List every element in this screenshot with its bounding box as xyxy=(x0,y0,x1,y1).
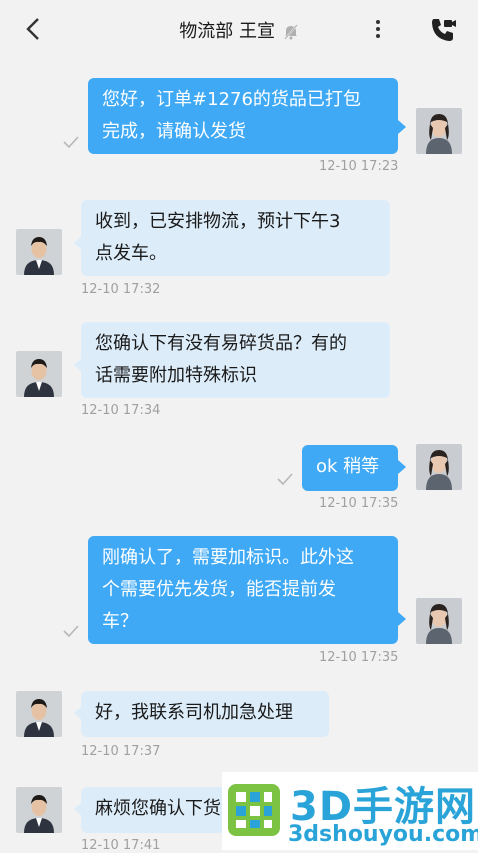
message-line: 好，我联系司机加急处理 xyxy=(95,702,293,723)
message-line: 点发车。 xyxy=(95,243,167,264)
contact-avatar[interactable] xyxy=(16,351,62,397)
message-bubble[interactable]: 您好，订单#1276的货品已打包 完成，请确认发货 xyxy=(88,78,398,154)
message-time: 12-10 17:41 xyxy=(81,838,161,853)
message-line: 个需要优先发货，能否提前发 xyxy=(102,579,336,600)
bubble-tail xyxy=(398,460,406,474)
watermark-logo-icon xyxy=(228,784,280,836)
message-bubble[interactable]: 刚确认了，需要加标识。此外这 个需要优先发货，能否提前发 车？ xyxy=(88,536,398,644)
contact-avatar[interactable] xyxy=(16,229,62,275)
bubble-tail xyxy=(398,612,406,626)
bubble-tail xyxy=(398,120,406,134)
message-time: 12-10 17:23 xyxy=(319,159,399,174)
message-bubble[interactable]: 您确认下有没有易碎货品？有的 话需要附加特殊标识 xyxy=(81,322,390,398)
read-check-icon xyxy=(63,136,79,149)
my-avatar[interactable] xyxy=(416,598,462,644)
my-avatar[interactable] xyxy=(416,444,462,490)
my-avatar[interactable] xyxy=(416,108,462,154)
message-line: 车？ xyxy=(102,611,138,632)
watermark-url: 3dshouyou.com xyxy=(288,822,478,847)
message-bubble[interactable]: 收到，已安排物流，预计下午3 点发车。 xyxy=(81,200,390,276)
message-time: 12-10 17:32 xyxy=(81,282,161,297)
message-time: 12-10 17:37 xyxy=(81,744,161,759)
message-line: 刚确认了，需要加标识。此外这 xyxy=(102,547,354,568)
message-line: 收到，已安排物流，预计下午3 xyxy=(95,211,341,232)
video-call-icon[interactable] xyxy=(428,15,458,45)
muted-bell-icon xyxy=(283,24,298,40)
message-line: 您确认下有没有易碎货品？有的 xyxy=(95,333,347,354)
message-bubble[interactable]: ok 稍等 xyxy=(302,445,398,491)
more-vertical-icon[interactable] xyxy=(366,16,390,42)
contact-avatar[interactable] xyxy=(16,691,62,737)
message-time: 12-10 17:35 xyxy=(319,650,399,665)
message-time: 12-10 17:35 xyxy=(319,496,399,511)
read-check-icon xyxy=(63,625,79,638)
site-watermark: 3D手游网 3dshouyou.com xyxy=(222,772,478,850)
message-line: 完成，请确认发货 xyxy=(102,121,246,142)
message-time: 12-10 17:34 xyxy=(81,403,161,418)
chat-title: 物流部 王宣 xyxy=(0,17,478,43)
message-line: 您好，订单#1276的货品已打包 xyxy=(102,89,361,110)
contact-name: 物流部 王宣 xyxy=(179,21,275,42)
chat-header: 物流部 王宣 xyxy=(0,0,478,58)
message-line: ok 稍等 xyxy=(316,456,380,477)
read-check-icon xyxy=(277,473,293,486)
contact-avatar[interactable] xyxy=(16,787,62,833)
message-line: 话需要附加特殊标识 xyxy=(95,365,257,386)
message-bubble[interactable]: 好，我联系司机加急处理 xyxy=(81,691,329,737)
